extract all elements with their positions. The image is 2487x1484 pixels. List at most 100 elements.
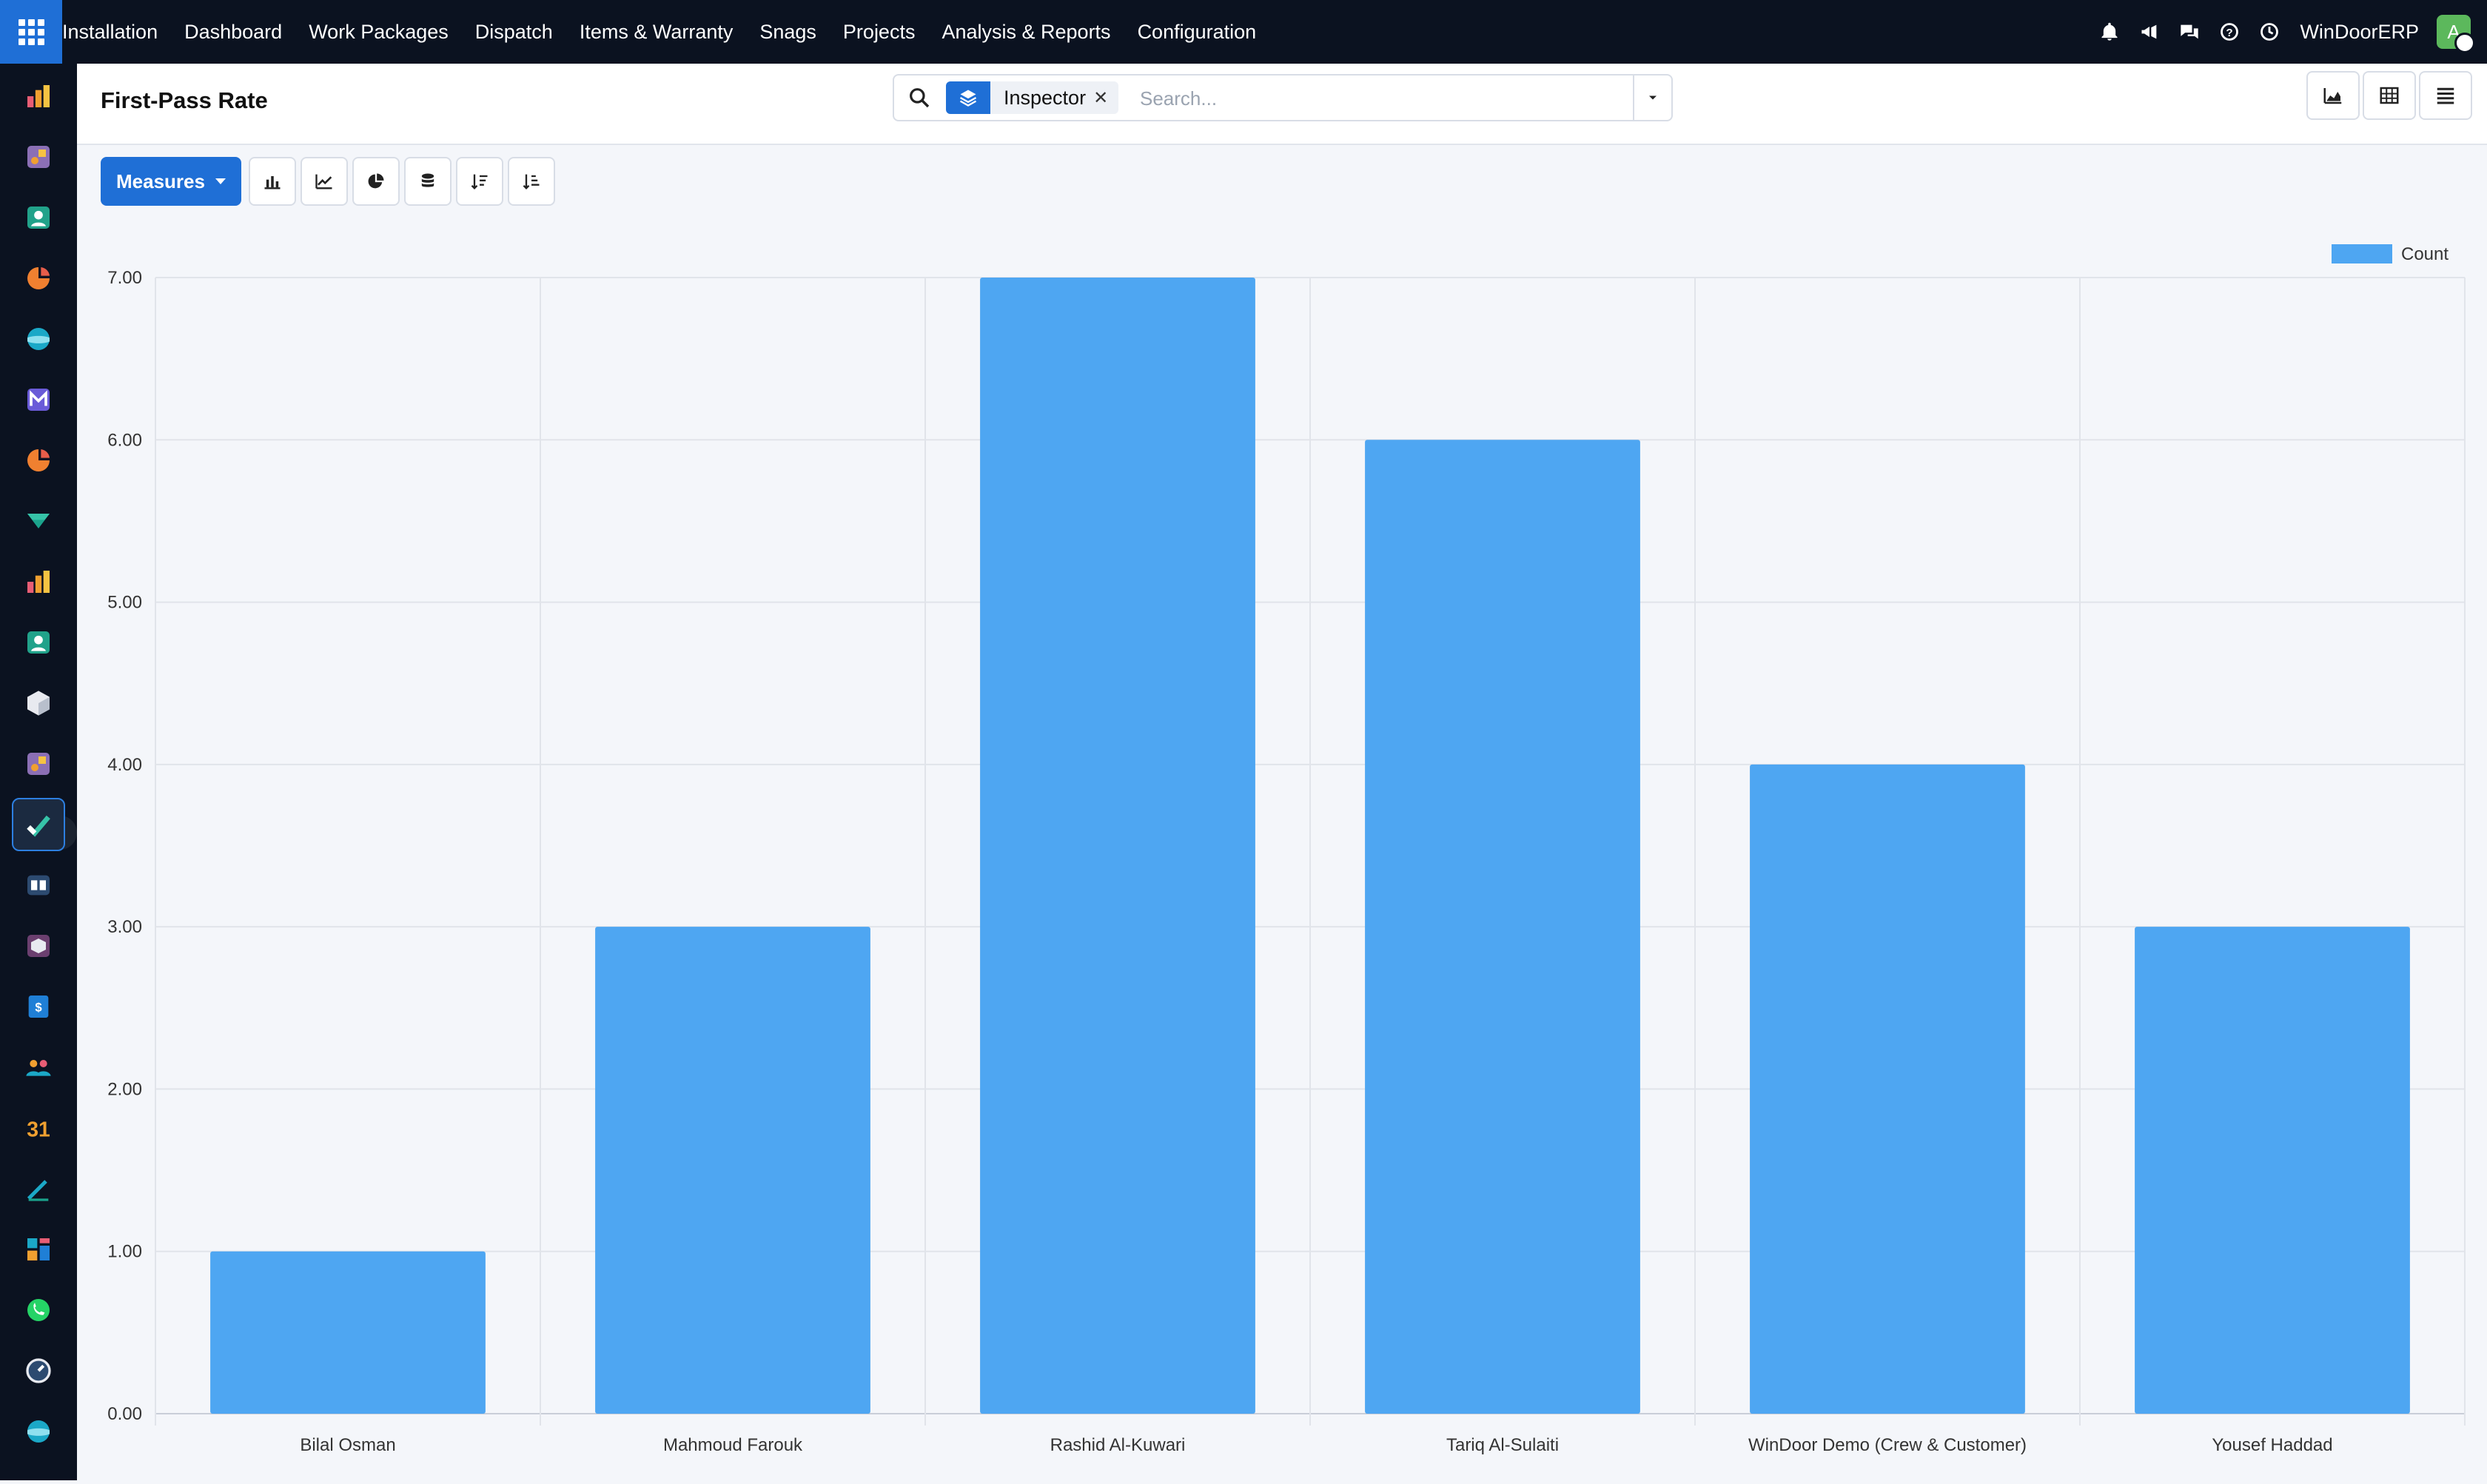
- sidebar-app-crm[interactable]: [12, 252, 65, 305]
- megaphone-icon[interactable]: [2138, 21, 2161, 43]
- installation-check-icon: [27, 815, 50, 837]
- portal-globe-icon: [27, 1420, 50, 1443]
- facet-label: Inspector: [1004, 86, 1087, 109]
- cube-app-icon: [27, 691, 50, 716]
- bar-chart-mode-button[interactable]: [249, 157, 296, 206]
- caret-down-icon: [215, 178, 226, 184]
- help-icon[interactable]: ?: [2218, 21, 2241, 43]
- x-tick-label: Yousef Haddad: [2212, 1435, 2332, 1455]
- measures-label: Measures: [116, 169, 205, 192]
- graph-view: 0.00 1.00 2.00 3.00 4.00 5.00 6.00 7.00 Bilal Os…: [77, 222, 2487, 1480]
- group-by-layers-icon: [946, 81, 990, 114]
- bar-chart: 0.00 1.00 2.00 3.00 4.00 5.00 6.00 7.00 Bilal Os…: [107, 244, 2466, 1455]
- control-panel: First-Pass Rate Inspector ✕: [77, 64, 2487, 145]
- sidebar-app-dashboards[interactable]: [12, 70, 65, 123]
- chat-icon[interactable]: [2178, 21, 2201, 43]
- sidebar-app-repairs[interactable]: [12, 919, 65, 973]
- database-stack-icon: [421, 173, 434, 187]
- search-facet: Inspector ✕: [946, 81, 1119, 114]
- sidebar-app-knowledge[interactable]: [12, 859, 65, 912]
- sort-ascending-button[interactable]: [508, 157, 555, 206]
- menu-items-warranty[interactable]: Items & Warranty: [580, 21, 734, 44]
- sidebar-app-mail[interactable]: [12, 373, 65, 426]
- company-switcher[interactable]: WinDoorERP: [2300, 21, 2419, 44]
- bar[interactable]: [595, 927, 870, 1414]
- bar[interactable]: [980, 278, 1255, 1414]
- sidebar-app-portal[interactable]: [12, 1405, 65, 1458]
- search-bar[interactable]: Inspector ✕: [893, 74, 1673, 121]
- book-app-icon: [27, 875, 50, 896]
- sidebar-app-invoicing[interactable]: $: [12, 980, 65, 1033]
- timer-app-icon: [26, 1358, 51, 1383]
- svg-text:$: $: [35, 1001, 42, 1015]
- user-avatar[interactable]: A: [2437, 15, 2475, 53]
- line-chart-mode-button[interactable]: [301, 157, 348, 206]
- sort-descending-button[interactable]: [456, 157, 503, 206]
- y-tick-label: 4.00: [107, 755, 142, 775]
- bell-icon[interactable]: [2098, 21, 2121, 43]
- pie-chart-mode-button[interactable]: [352, 157, 400, 206]
- bar-chart-icon: [264, 176, 281, 189]
- facet-remove-icon[interactable]: ✕: [1093, 87, 1118, 109]
- y-tick-label: 5.00: [107, 593, 142, 613]
- menu-snags[interactable]: Snags: [759, 21, 816, 44]
- graph-view-button[interactable]: [2306, 71, 2360, 120]
- sidebar-app-helpdesk[interactable]: [12, 434, 65, 487]
- sidebar-app-field-service[interactable]: [12, 737, 65, 790]
- x-tick-label: Mahmoud Farouk: [663, 1435, 803, 1455]
- menu-analysis-reports[interactable]: Analysis & Reports: [942, 21, 1110, 44]
- clock-icon[interactable]: [2258, 21, 2280, 43]
- search-icon[interactable]: [907, 86, 931, 110]
- mail-app-icon: [27, 389, 50, 411]
- sort-descending-icon: [471, 174, 488, 189]
- pivot-view-button[interactable]: [2363, 71, 2416, 120]
- invoice-app-icon: $: [28, 996, 49, 1018]
- menu-dashboard[interactable]: Dashboard: [184, 21, 282, 44]
- apps-menu-button[interactable]: [0, 0, 62, 64]
- sidebar-app-contacts[interactable]: [12, 191, 65, 244]
- sidebar-app-discuss[interactable]: [12, 130, 65, 184]
- y-tick-label: 3.00: [107, 917, 142, 937]
- sidebar-app-planning[interactable]: [12, 1223, 65, 1276]
- y-tick-label: 6.00: [107, 430, 142, 450]
- bar[interactable]: [1365, 440, 1640, 1414]
- crm-app-icon: [27, 267, 50, 289]
- pen-app-icon: [27, 1180, 49, 1201]
- bar[interactable]: [1750, 764, 2025, 1414]
- box-app-icon: [27, 935, 50, 957]
- sidebar-app-reporting[interactable]: [12, 555, 65, 608]
- list-view-button[interactable]: [2419, 71, 2472, 120]
- svg-text:?: ?: [2226, 27, 2233, 39]
- sidebar-app-website[interactable]: [12, 312, 65, 366]
- menu-projects[interactable]: Projects: [843, 21, 916, 44]
- menu-work-packages[interactable]: Work Packages: [309, 21, 449, 44]
- list-icon: [2437, 87, 2454, 104]
- sidebar-app-products[interactable]: [12, 676, 65, 730]
- y-tick-label: 0.00: [107, 1404, 142, 1424]
- sidebar-app-whatsapp[interactable]: [12, 1283, 65, 1337]
- sidebar-app-team[interactable]: [12, 1041, 65, 1094]
- sidebar-app-calendar[interactable]: 31: [12, 1101, 65, 1155]
- sidebar-app-installation[interactable]: [12, 798, 65, 851]
- page-title: First-Pass Rate: [101, 87, 268, 113]
- sidebar-app-inventory[interactable]: [12, 494, 65, 548]
- search-options-toggle[interactable]: [1633, 75, 1671, 120]
- sidebar-app-timesheets[interactable]: [12, 1344, 65, 1397]
- menu-dispatch[interactable]: Dispatch: [475, 21, 553, 44]
- presence-dot: [2454, 33, 2475, 53]
- legend-swatch: [2332, 244, 2392, 263]
- sidebar-app-sign[interactable]: [12, 1162, 65, 1215]
- menu-module-installation[interactable]: Installation: [62, 21, 158, 44]
- calendar-app-icon: 31: [27, 1118, 50, 1142]
- search-input[interactable]: [1138, 83, 1585, 114]
- stacked-toggle-button[interactable]: [404, 157, 452, 206]
- sidebar-app-employees[interactable]: [12, 616, 65, 669]
- whatsapp-icon: [27, 1299, 50, 1321]
- y-tick-label: 2.00: [107, 1079, 142, 1099]
- bar[interactable]: [2135, 927, 2410, 1414]
- tools-app-icon: [27, 146, 50, 168]
- bar[interactable]: [210, 1251, 486, 1414]
- menu-configuration[interactable]: Configuration: [1138, 21, 1257, 44]
- measures-dropdown-button[interactable]: Measures: [101, 157, 241, 206]
- employee-app-icon: [27, 631, 50, 654]
